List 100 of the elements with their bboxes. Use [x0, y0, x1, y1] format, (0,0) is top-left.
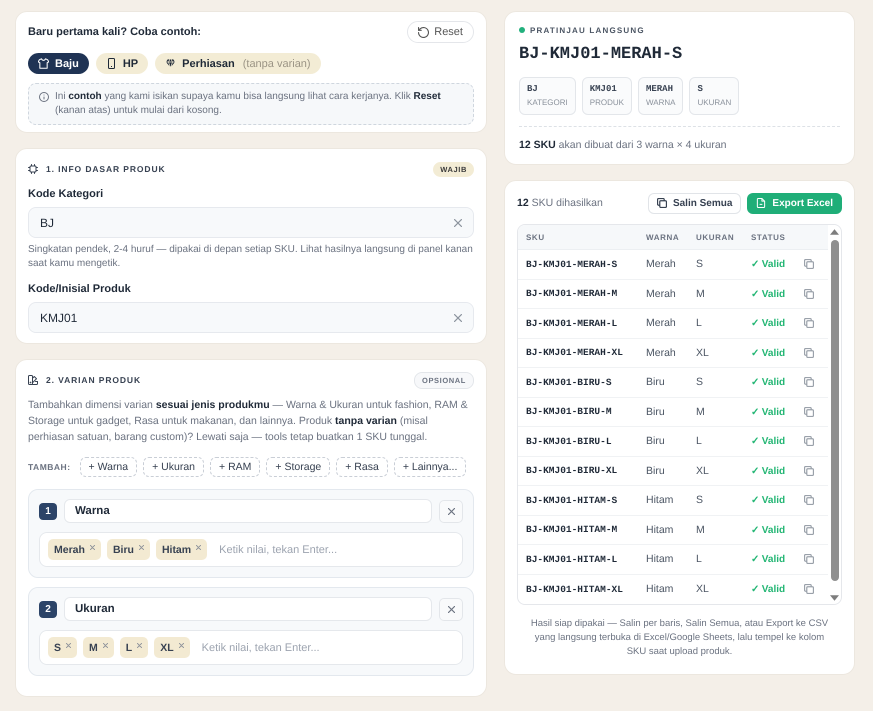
add-variant-button[interactable]: + RAM — [210, 457, 260, 477]
sku-cell-text: BJ-KMJ01-HITAM-M — [525, 524, 618, 536]
summary-text: 12 SKU akan dibuat dari 3 warna × 4 ukuran — [519, 138, 728, 152]
swatch-icon — [28, 375, 38, 385]
copy-icon[interactable] — [804, 377, 814, 388]
close-icon[interactable] — [178, 643, 184, 648]
add-variant-button[interactable]: + Lainnya... — [394, 457, 466, 477]
copy-icon[interactable] — [804, 318, 814, 328]
reset-icon — [418, 26, 430, 38]
variants-description: Tambahkan dimensi varian sesuai jenis produkmu — Warna & Ukuran untuk fashion, RAM & Storage untuk gadget, Rasa untuk makanan, dan lainnya. Produk tanpa varian (misal perhiasan satuan, barang custom)? Lewati saja — tools tetap buatkan 1 SKU tunggal. — [28, 398, 469, 445]
value-chip[interactable]: XL — [154, 637, 190, 658]
status-cell-text: ✓ Valid — [750, 346, 786, 359]
remove-variant-button[interactable] — [439, 500, 463, 522]
footer-note: Hasil siap dipakai — Salin per baris, Salin Semua, atau Export ke CSV yang langsung terbuka di Excel/Google Sheets, lalu tempel ke kolom SKU saat upload produk. — [530, 617, 830, 659]
status-cell-text: ✓ Valid — [750, 406, 786, 418]
variant-name-field[interactable]: Warna — [64, 499, 432, 523]
example-chip[interactable]: HP — [96, 53, 148, 74]
copy-icon[interactable] — [804, 466, 814, 476]
value-chip[interactable]: S — [48, 637, 78, 658]
example-chip[interactable]: Baju — [28, 53, 89, 74]
tag-field[interactable]: S M L XL Ketik nilai, tekan Enter... — [39, 630, 463, 665]
copy-icon[interactable] — [804, 554, 814, 564]
group-number: 1 — [39, 502, 57, 520]
value-chip[interactable]: M — [83, 637, 114, 658]
copy-icon[interactable] — [804, 436, 814, 446]
sku-cell-text: BJ-KMJ01-HITAM-L — [525, 554, 618, 565]
color-value-cell-text: Biru — [645, 464, 666, 477]
status-cell-text: ✓ Valid — [750, 524, 786, 536]
copy-icon — [656, 198, 667, 208]
close-icon[interactable] — [66, 643, 72, 648]
variant-name-field[interactable]: Ukuran — [64, 597, 432, 621]
add-variant-button[interactable]: + Rasa — [336, 457, 388, 477]
close-icon[interactable] — [196, 545, 202, 550]
sku-cell-text: BJ-KMJ01-MERAH-M — [525, 288, 618, 300]
color-value-cell-text: Biru — [645, 376, 666, 388]
tag-field[interactable]: Merah Biru Hitam Ketik nilai, tekan Enter... — [39, 532, 463, 567]
segment-value: KMJ01 — [590, 83, 618, 95]
size-cell-text: S — [695, 494, 704, 506]
copy-icon[interactable] — [804, 259, 814, 270]
copy-icon[interactable] — [804, 348, 814, 358]
color-value-cell-text: Biru — [645, 406, 666, 418]
add-variant-button[interactable]: + Ukuran — [143, 457, 204, 477]
copy-icon[interactable] — [804, 524, 814, 535]
size-cell-text: L — [695, 317, 703, 330]
status-cell-text: ✓ Valid — [750, 553, 786, 566]
segment-value: BJ — [527, 83, 539, 95]
sku-cell-text: BJ-KMJ01-BIRU-L — [525, 436, 613, 447]
size-cell-text: XL — [695, 583, 710, 596]
add-variant-button[interactable]: + Storage — [266, 457, 330, 477]
value-chip[interactable]: Biru — [106, 539, 150, 560]
sku-cell-text: BJ-KMJ01-BIRU-S — [525, 376, 613, 388]
size-cell-text: M — [695, 288, 706, 300]
status-cell-text: ✓ Valid — [750, 494, 786, 506]
sku-preview: BJ-KMJ01-MERAH-S — [519, 46, 684, 64]
field-label: Kode Kategori — [28, 187, 104, 201]
scroll-up-icon[interactable] — [830, 229, 839, 235]
close-icon[interactable] — [90, 545, 95, 550]
value-chip[interactable]: L — [120, 637, 148, 658]
code-field[interactable]: KMJ01 — [28, 302, 474, 333]
clear-icon[interactable] — [454, 218, 462, 226]
code-field[interactable]: BJ — [28, 207, 474, 238]
color-value-cell-text: Merah — [645, 346, 677, 359]
segment-label: KATEGORI — [527, 97, 568, 109]
chip-icon — [28, 164, 38, 174]
close-icon — [448, 508, 454, 514]
scrollbar-thumb[interactable] — [830, 240, 838, 581]
status-cell-text: ✓ Valid — [750, 317, 786, 330]
status-cell-text: ✓ Valid — [750, 435, 786, 448]
copy-icon[interactable] — [804, 406, 814, 417]
value-chip[interactable]: Hitam — [156, 539, 208, 560]
remove-variant-button[interactable] — [439, 598, 463, 620]
close-icon[interactable] — [137, 643, 142, 648]
close-icon[interactable] — [102, 643, 108, 648]
value-chip[interactable]: Merah — [48, 539, 101, 560]
copy-icon[interactable] — [804, 584, 814, 594]
group-number: 2 — [39, 600, 57, 618]
column-header: STATUS — [750, 232, 786, 242]
segment-value: MERAH — [646, 83, 674, 95]
close-icon[interactable] — [138, 545, 144, 550]
sku-cell-text: BJ-KMJ01-MERAH-S — [525, 258, 618, 270]
segment-label: UKURAN — [697, 97, 732, 109]
example-chip[interactable]: Perhiasan (tanpa varian) — [155, 53, 321, 74]
add-label: TAMBAH: — [28, 462, 71, 472]
color-value-cell-text: Merah — [645, 317, 677, 330]
clear-icon[interactable] — [454, 314, 462, 322]
color-value-cell-text: Hitam — [645, 524, 674, 536]
copy-icon[interactable] — [804, 495, 814, 506]
add-variant-button[interactable]: + Warna — [80, 457, 138, 477]
sku-cell-text: BJ-KMJ01-HITAM-XL — [525, 584, 624, 595]
column-header: SKU — [525, 232, 546, 242]
sku-cell-text: BJ-KMJ01-BIRU-XL — [525, 465, 618, 476]
size-cell-text: S — [695, 258, 704, 270]
copy-icon[interactable] — [804, 288, 814, 299]
field-hint: Singkatan pendek, 2-4 huruf — dipakai di depan setiap SKU. Lihat hasilnya langsung di panel kanan saat kamu mengetik. — [28, 243, 474, 271]
live-dot-icon — [519, 27, 525, 33]
size-cell-text: S — [695, 376, 704, 388]
copy-all-button[interactable]: Salin Semua — [648, 192, 742, 214]
scroll-down-icon[interactable] — [830, 595, 839, 601]
close-icon — [448, 606, 454, 612]
reset-button[interactable]: Reset — [407, 21, 474, 43]
